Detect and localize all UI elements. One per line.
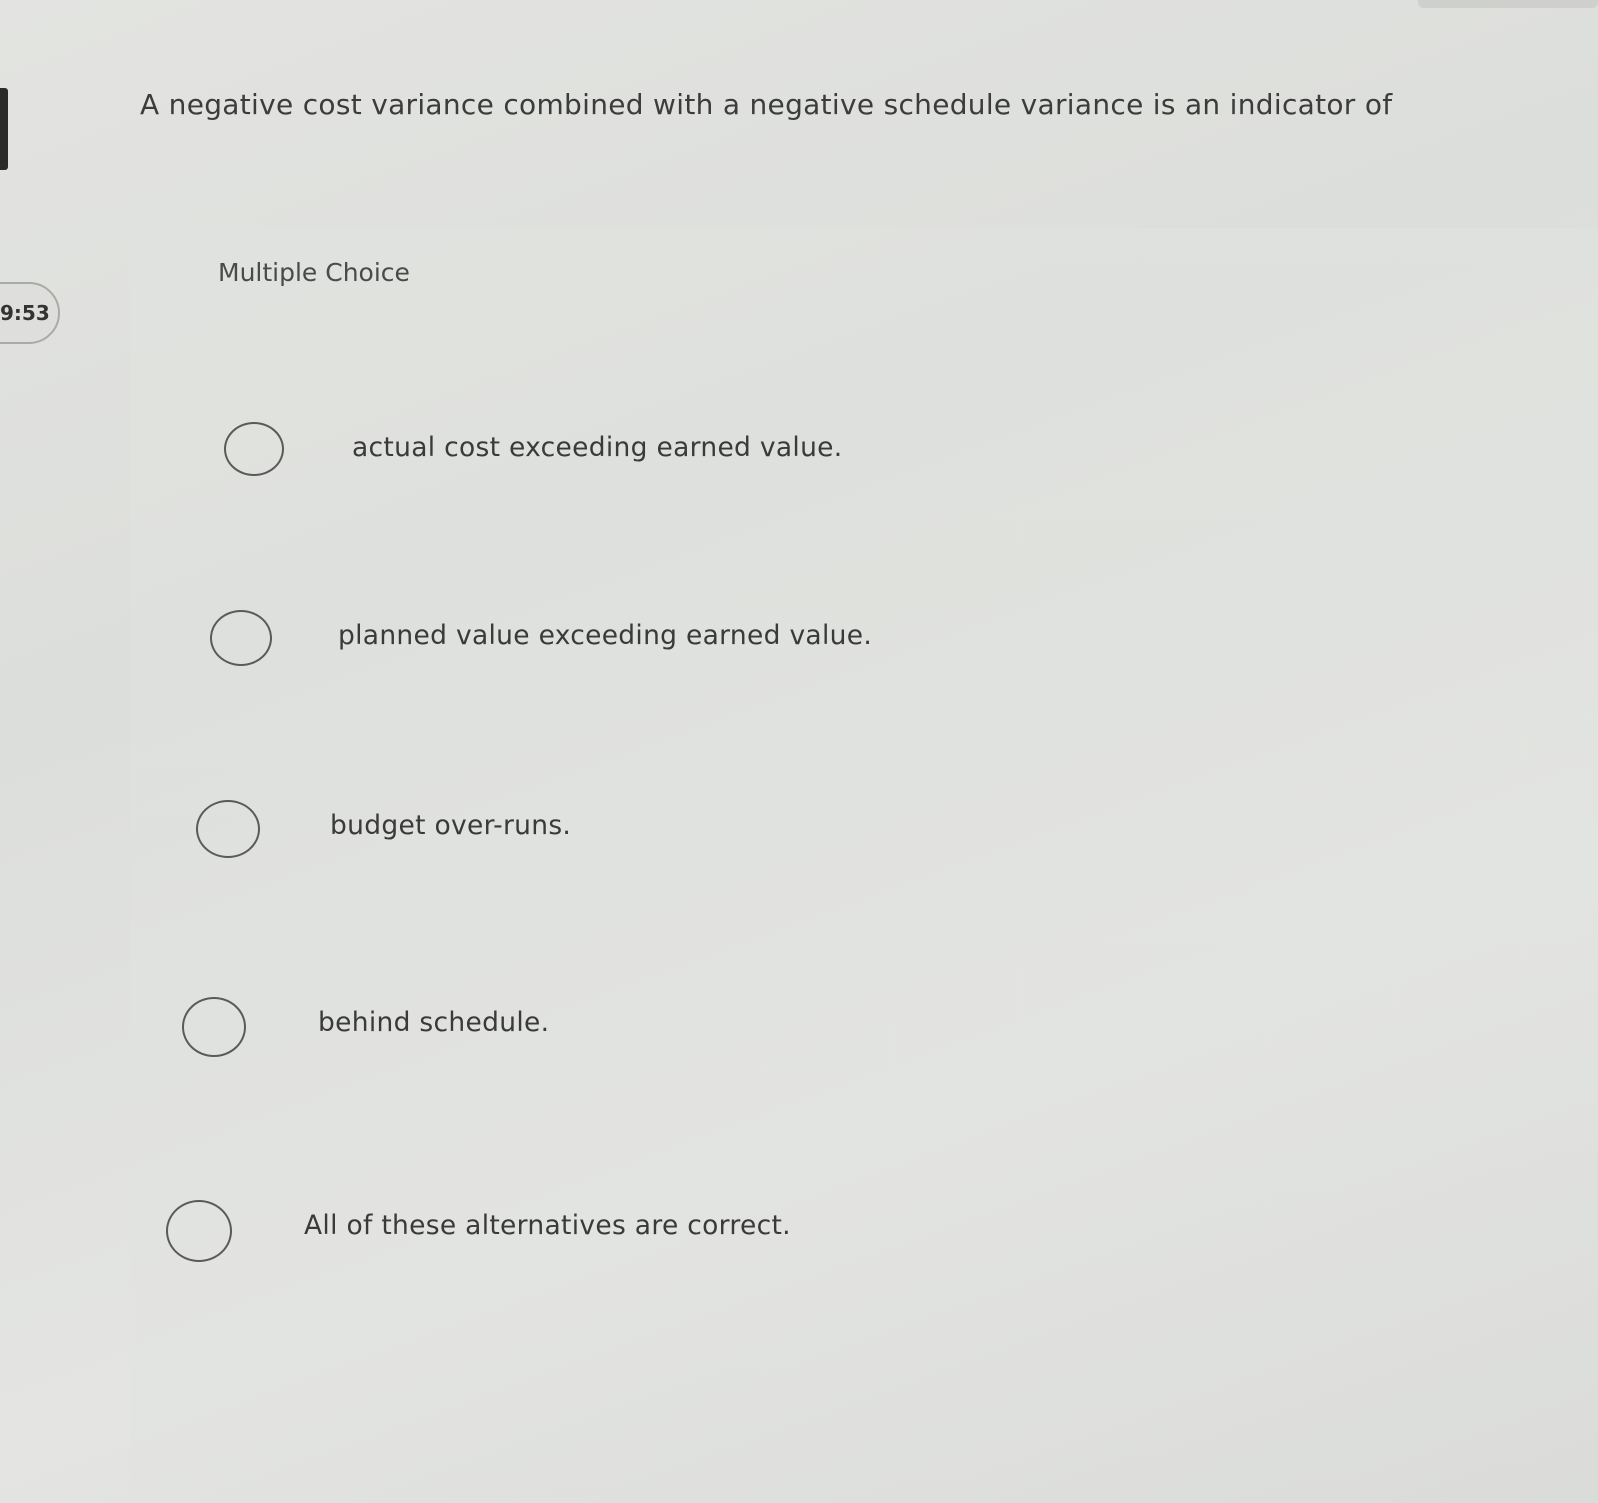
option-b[interactable]: planned value exceeding earned value. <box>210 610 910 680</box>
option-label: All of these alternatives are correct. <box>304 1210 791 1241</box>
radio-button-icon[interactable] <box>166 1200 232 1262</box>
option-label: budget over-runs. <box>330 810 572 841</box>
question-prompt: A negative cost variance combined with a… <box>140 88 1393 121</box>
option-c[interactable]: budget over-runs. <box>196 800 896 870</box>
option-label: planned value exceeding earned value. <box>338 620 873 651</box>
top-edge-tab <box>1418 0 1598 8</box>
radio-button-icon[interactable] <box>210 610 272 666</box>
timer-text: 9:53 <box>0 301 50 325</box>
radio-button-icon[interactable] <box>224 422 284 476</box>
question-type-label: Multiple Choice <box>218 258 410 287</box>
left-edge-indicator <box>0 88 8 170</box>
radio-button-icon[interactable] <box>182 997 246 1057</box>
option-a[interactable]: actual cost exceeding earned value. <box>224 422 924 492</box>
timer-badge: 9:53 <box>0 282 60 344</box>
option-e[interactable]: All of these alternatives are correct. <box>166 1200 886 1270</box>
option-label: behind schedule. <box>318 1007 550 1038</box>
option-d[interactable]: behind schedule. <box>182 997 882 1067</box>
option-label: actual cost exceeding earned value. <box>352 432 843 463</box>
radio-button-icon[interactable] <box>196 800 260 858</box>
